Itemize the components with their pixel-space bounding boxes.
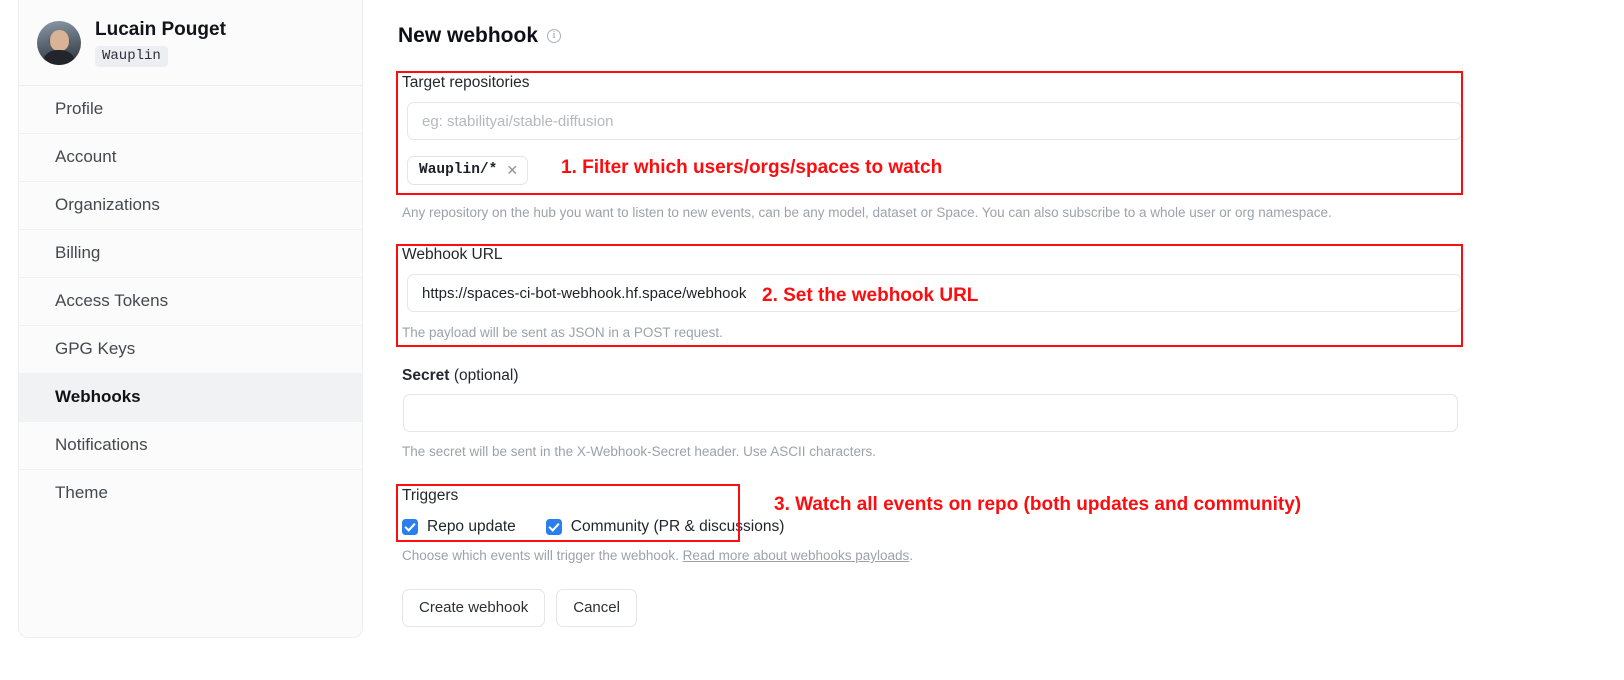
secret-optional-text: (optional) (453, 367, 519, 384)
triggers-label: Triggers (402, 487, 459, 504)
target-repositories-label: Target repositories (402, 74, 530, 91)
triggers-help: Choose which events will trigger the web… (402, 548, 913, 563)
secret-label: Secret (optional) (402, 367, 518, 385)
cancel-button[interactable]: Cancel (556, 589, 637, 627)
info-circle-icon[interactable]: i (547, 29, 562, 43)
checkbox-checked-icon[interactable] (402, 519, 418, 535)
target-repositories-help: Any repository on the hub you want to li… (402, 205, 1332, 220)
profile-name: Lucain Pouget (95, 19, 226, 40)
close-x-icon[interactable]: ✕ (506, 163, 518, 177)
profile-text: Lucain Pouget Wauplin (95, 19, 226, 67)
main-content: New webhook i Target repositories Waupli… (398, 0, 1598, 627)
repo-chip[interactable]: Wauplin/* ✕ (407, 156, 529, 185)
trigger-option-repo-update[interactable]: Repo update (402, 518, 516, 536)
profile-handle: Wauplin (95, 45, 168, 67)
sidebar-item-access-tokens[interactable]: Access Tokens (19, 278, 362, 326)
sidebar-item-gpg-keys[interactable]: GPG Keys (19, 326, 362, 374)
create-webhook-button[interactable]: Create webhook (402, 589, 546, 627)
webhooks-payloads-link[interactable]: Read more about webhooks payloads (683, 548, 910, 563)
form-actions: Create webhook Cancel (402, 589, 637, 627)
secret-label-text: Secret (402, 367, 450, 384)
secret-help: The secret will be sent in the X-Webhook… (402, 444, 876, 459)
trigger-option-community[interactable]: Community (PR & discussions) (545, 518, 785, 536)
webhook-url-label: Webhook URL (402, 246, 503, 263)
sidebar-profile: Lucain Pouget Wauplin (19, 0, 362, 86)
avatar-face (49, 29, 69, 51)
repo-chip-label: Wauplin/* (419, 162, 498, 178)
webhook-url-help: The payload will be sent as JSON in a PO… (402, 325, 723, 340)
trigger-option-community-label: Community (PR & discussions) (570, 518, 785, 535)
sidebar-item-profile[interactable]: Profile (19, 86, 362, 134)
webhook-settings-page: Lucain Pouget Wauplin Profile Account Or… (0, 0, 1624, 680)
trigger-option-repo-update-label: Repo update (427, 518, 516, 535)
annotation-note-1: 1. Filter which users/orgs/spaces to wat… (561, 157, 943, 178)
annotation-note-2: 2. Set the webhook URL (762, 285, 979, 306)
settings-sidebar: Lucain Pouget Wauplin Profile Account Or… (18, 0, 363, 638)
checkbox-checked-icon[interactable] (545, 519, 562, 535)
sidebar-item-webhooks[interactable]: Webhooks (19, 373, 362, 422)
sidebar-item-theme[interactable]: Theme (19, 470, 362, 517)
avatar-body (42, 50, 76, 66)
triggers-help-prefix: Choose which events will trigger the web… (402, 548, 683, 563)
triggers-options: Repo update Community (PR & discussions) (402, 518, 784, 536)
sidebar-item-organizations[interactable]: Organizations (19, 182, 362, 230)
secret-input[interactable] (403, 394, 1458, 432)
sidebar-item-notifications[interactable]: Notifications (19, 422, 362, 470)
target-repositories-chip-list: Wauplin/* ✕ (407, 156, 529, 185)
page-title: New webhook (398, 24, 539, 47)
annotation-note-3: 3. Watch all events on repo (both update… (774, 494, 1302, 515)
triggers-help-suffix: . (909, 548, 914, 563)
sidebar-nav: Profile Account Organizations Billing Ac… (19, 86, 362, 517)
sidebar-item-billing[interactable]: Billing (19, 230, 362, 278)
target-repositories-input[interactable] (407, 102, 1462, 140)
sidebar-item-account[interactable]: Account (19, 134, 362, 182)
page-title-row: New webhook i (398, 0, 1598, 48)
avatar (37, 21, 81, 66)
